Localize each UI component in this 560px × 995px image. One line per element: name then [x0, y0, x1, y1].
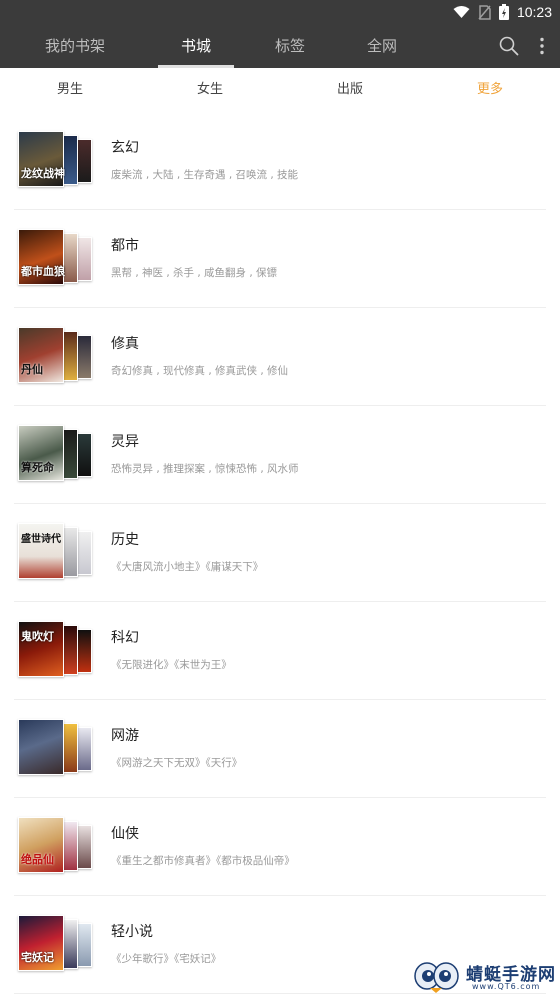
- book-cover: [62, 821, 78, 871]
- genre-tags: 恐怖灵异 , 推理探案 , 惊悚恐怖 , 风水师: [111, 463, 299, 475]
- cover-title: 鬼吹灯: [21, 630, 54, 643]
- book-cover: 算死命: [18, 425, 64, 481]
- genre-item-lishi[interactable]: 盛世诗代 历史 《大唐风流小地主》《庸谋天下》: [0, 504, 560, 602]
- book-cover: [62, 723, 78, 773]
- book-cover: [76, 923, 92, 967]
- cover-stack: 绝品仙: [18, 817, 96, 875]
- cover-title: 都市血狼: [21, 265, 65, 278]
- tab-bookshelf[interactable]: 我的书架: [40, 24, 110, 68]
- genre-item-lingyi[interactable]: 算死命 灵异 恐怖灵异 , 推理探案 , 惊悚恐怖 , 风水师: [0, 406, 560, 504]
- watermark-url: www.QT6.com: [472, 982, 541, 991]
- status-bar: 10:23: [0, 0, 560, 24]
- category-tabs: 男生 女生 出版 更多: [0, 68, 560, 112]
- wifi-icon: [453, 6, 470, 18]
- cover-stack: 鬼吹灯: [18, 621, 96, 679]
- more-vert-icon: [540, 37, 544, 55]
- cover-title: 龙纹战神: [21, 167, 65, 180]
- category-tab-female[interactable]: 女生: [140, 68, 280, 112]
- genre-tags: 《网游之天下无双》《天行》: [111, 757, 243, 769]
- battery-icon: [498, 4, 509, 20]
- cover-title: 丹仙: [21, 363, 43, 376]
- search-button[interactable]: [494, 24, 524, 68]
- book-cover: [76, 727, 92, 771]
- tab-tags[interactable]: 标签: [268, 24, 312, 68]
- book-cover: [62, 527, 78, 577]
- genre-title: 玄幻: [111, 140, 139, 156]
- cover-title: 盛世诗代: [21, 534, 61, 545]
- book-cover: 都市血狼: [18, 229, 65, 285]
- genre-tags: 黑帮 , 神医 , 杀手 , 咸鱼翻身 , 保镖: [111, 267, 278, 279]
- book-cover: [62, 331, 78, 381]
- cover-title: 宅妖记: [21, 951, 54, 964]
- genre-tags: 《重生之都市修真者》《都市极品仙帝》: [111, 855, 295, 867]
- genre-item-xiuzhen[interactable]: 丹仙 修真 奇幻修真 , 现代修真 , 修真武侠 , 修仙: [0, 308, 560, 406]
- genre-tags: 奇幻修真 , 现代修真 , 修真武侠 , 修仙: [111, 365, 289, 377]
- search-icon: [499, 36, 519, 56]
- tab-bookstore[interactable]: 书城: [160, 24, 232, 68]
- cover-stack: [18, 719, 96, 777]
- status-icons: 10:23: [453, 3, 552, 21]
- genre-tags: 《大唐风流小地主》《庸谋天下》: [111, 561, 264, 573]
- watermark-logo: 蜻蜓手游网 www.QT6.com: [414, 956, 560, 995]
- genre-tags: 《无限进化》《末世为王》: [111, 659, 232, 671]
- cover-title: 绝品仙: [21, 853, 54, 866]
- book-cover: 龙纹战神: [18, 131, 65, 187]
- book-cover: [76, 531, 92, 575]
- genre-item-dushi[interactable]: 都市血狼 都市 黑帮 , 神医 , 杀手 , 咸鱼翻身 , 保镖: [0, 210, 560, 308]
- no-sim-icon: [478, 4, 491, 20]
- cover-stack: 盛世诗代: [18, 523, 96, 581]
- cover-stack: 算死命: [18, 425, 96, 483]
- more-menu-button[interactable]: [530, 24, 554, 68]
- genre-tags: 废柴流 , 大陆 , 生存奇遇 , 召唤流 , 技能: [111, 169, 299, 181]
- book-cover: [62, 429, 78, 479]
- cover-stack: 都市血狼: [18, 229, 96, 287]
- genre-title: 修真: [111, 336, 139, 352]
- cover-title: 算死命: [21, 461, 54, 474]
- book-cover: [76, 237, 92, 281]
- status-time: 10:23: [516, 4, 552, 20]
- genre-item-wangyou[interactable]: 网游 《网游之天下无双》《天行》: [0, 700, 560, 798]
- tab-web[interactable]: 全网: [360, 24, 404, 68]
- genre-title: 灵异: [111, 434, 139, 450]
- top-nav: 我的书架 书城 标签 全网: [0, 24, 560, 68]
- book-cover: [18, 719, 64, 775]
- book-cover: [62, 625, 78, 675]
- book-cover: [76, 335, 92, 379]
- genre-tags: 《少年歌行》《宅妖记》: [111, 953, 222, 965]
- genre-title: 仙侠: [111, 826, 139, 842]
- category-tab-male[interactable]: 男生: [0, 68, 140, 112]
- book-cover: 绝品仙: [18, 817, 64, 873]
- genre-item-kehuan[interactable]: 鬼吹灯 科幻 《无限进化》《末世为王》: [0, 602, 560, 700]
- book-cover: 盛世诗代: [18, 523, 64, 579]
- book-cover: 鬼吹灯: [18, 621, 64, 677]
- category-tab-more[interactable]: 更多: [420, 68, 560, 112]
- book-cover: 丹仙: [18, 327, 64, 383]
- book-cover: [76, 433, 92, 477]
- cover-stack: 丹仙: [18, 327, 96, 385]
- cover-stack: 龙纹战神: [18, 131, 96, 189]
- book-cover: [76, 629, 92, 673]
- genre-item-xianxia[interactable]: 绝品仙 仙侠 《重生之都市修真者》《都市极品仙帝》: [0, 798, 560, 896]
- cover-stack: 宅妖记: [18, 915, 96, 973]
- book-cover: 宅妖记: [18, 915, 64, 971]
- dragonfly-logo-icon: [414, 962, 459, 993]
- category-tab-publish[interactable]: 出版: [280, 68, 420, 112]
- genre-item-xuanhuan[interactable]: 龙纹战神 玄幻 废柴流 , 大陆 , 生存奇遇 , 召唤流 , 技能: [0, 112, 560, 210]
- book-cover: [62, 919, 78, 969]
- genre-title: 科幻: [111, 630, 139, 646]
- book-cover: [76, 825, 92, 869]
- genre-title: 历史: [111, 532, 139, 548]
- genre-title: 都市: [111, 238, 139, 254]
- genre-list: 龙纹战神 玄幻 废柴流 , 大陆 , 生存奇遇 , 召唤流 , 技能 都市血狼 …: [0, 112, 560, 994]
- genre-title: 轻小说: [111, 924, 153, 940]
- book-cover: [76, 139, 92, 183]
- genre-title: 网游: [111, 728, 139, 744]
